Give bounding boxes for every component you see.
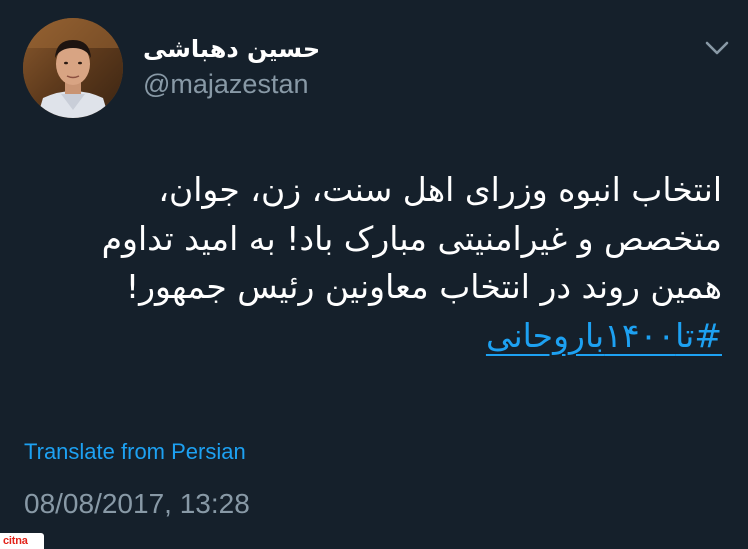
avatar[interactable]	[23, 18, 123, 118]
tweet-card: حسین دهباشی @majazestan انتخاب انبوه وزر…	[0, 0, 748, 549]
watermark-text: citna	[3, 535, 28, 547]
tweet-timestamp[interactable]: 08/08/2017, 13:28	[24, 487, 250, 521]
tweet-text-line: انتخاب انبوه وزرای اهل سنت، زن، جوان،	[158, 170, 722, 209]
hashtag-link[interactable]: #تا۱۴۰۰باروحانی	[486, 316, 722, 355]
translate-link[interactable]: Translate from Persian	[24, 438, 246, 466]
tweet-text: انتخاب انبوه وزرای اهل سنت، زن، جوان، مت…	[20, 166, 722, 360]
avatar-photo	[23, 18, 123, 118]
user-handle[interactable]: @majazestan	[143, 68, 308, 100]
tweet-text-line: متخصص و غیرامنیتی مبارک باد! به امید تدا…	[101, 218, 722, 258]
citna-watermark: citna	[0, 533, 44, 549]
chevron-down-icon[interactable]	[704, 38, 730, 58]
display-name[interactable]: حسین دهباشی	[143, 34, 320, 64]
tweet-text-line: همین روند در انتخاب معاونین رئیس جمهور!	[125, 267, 722, 306]
